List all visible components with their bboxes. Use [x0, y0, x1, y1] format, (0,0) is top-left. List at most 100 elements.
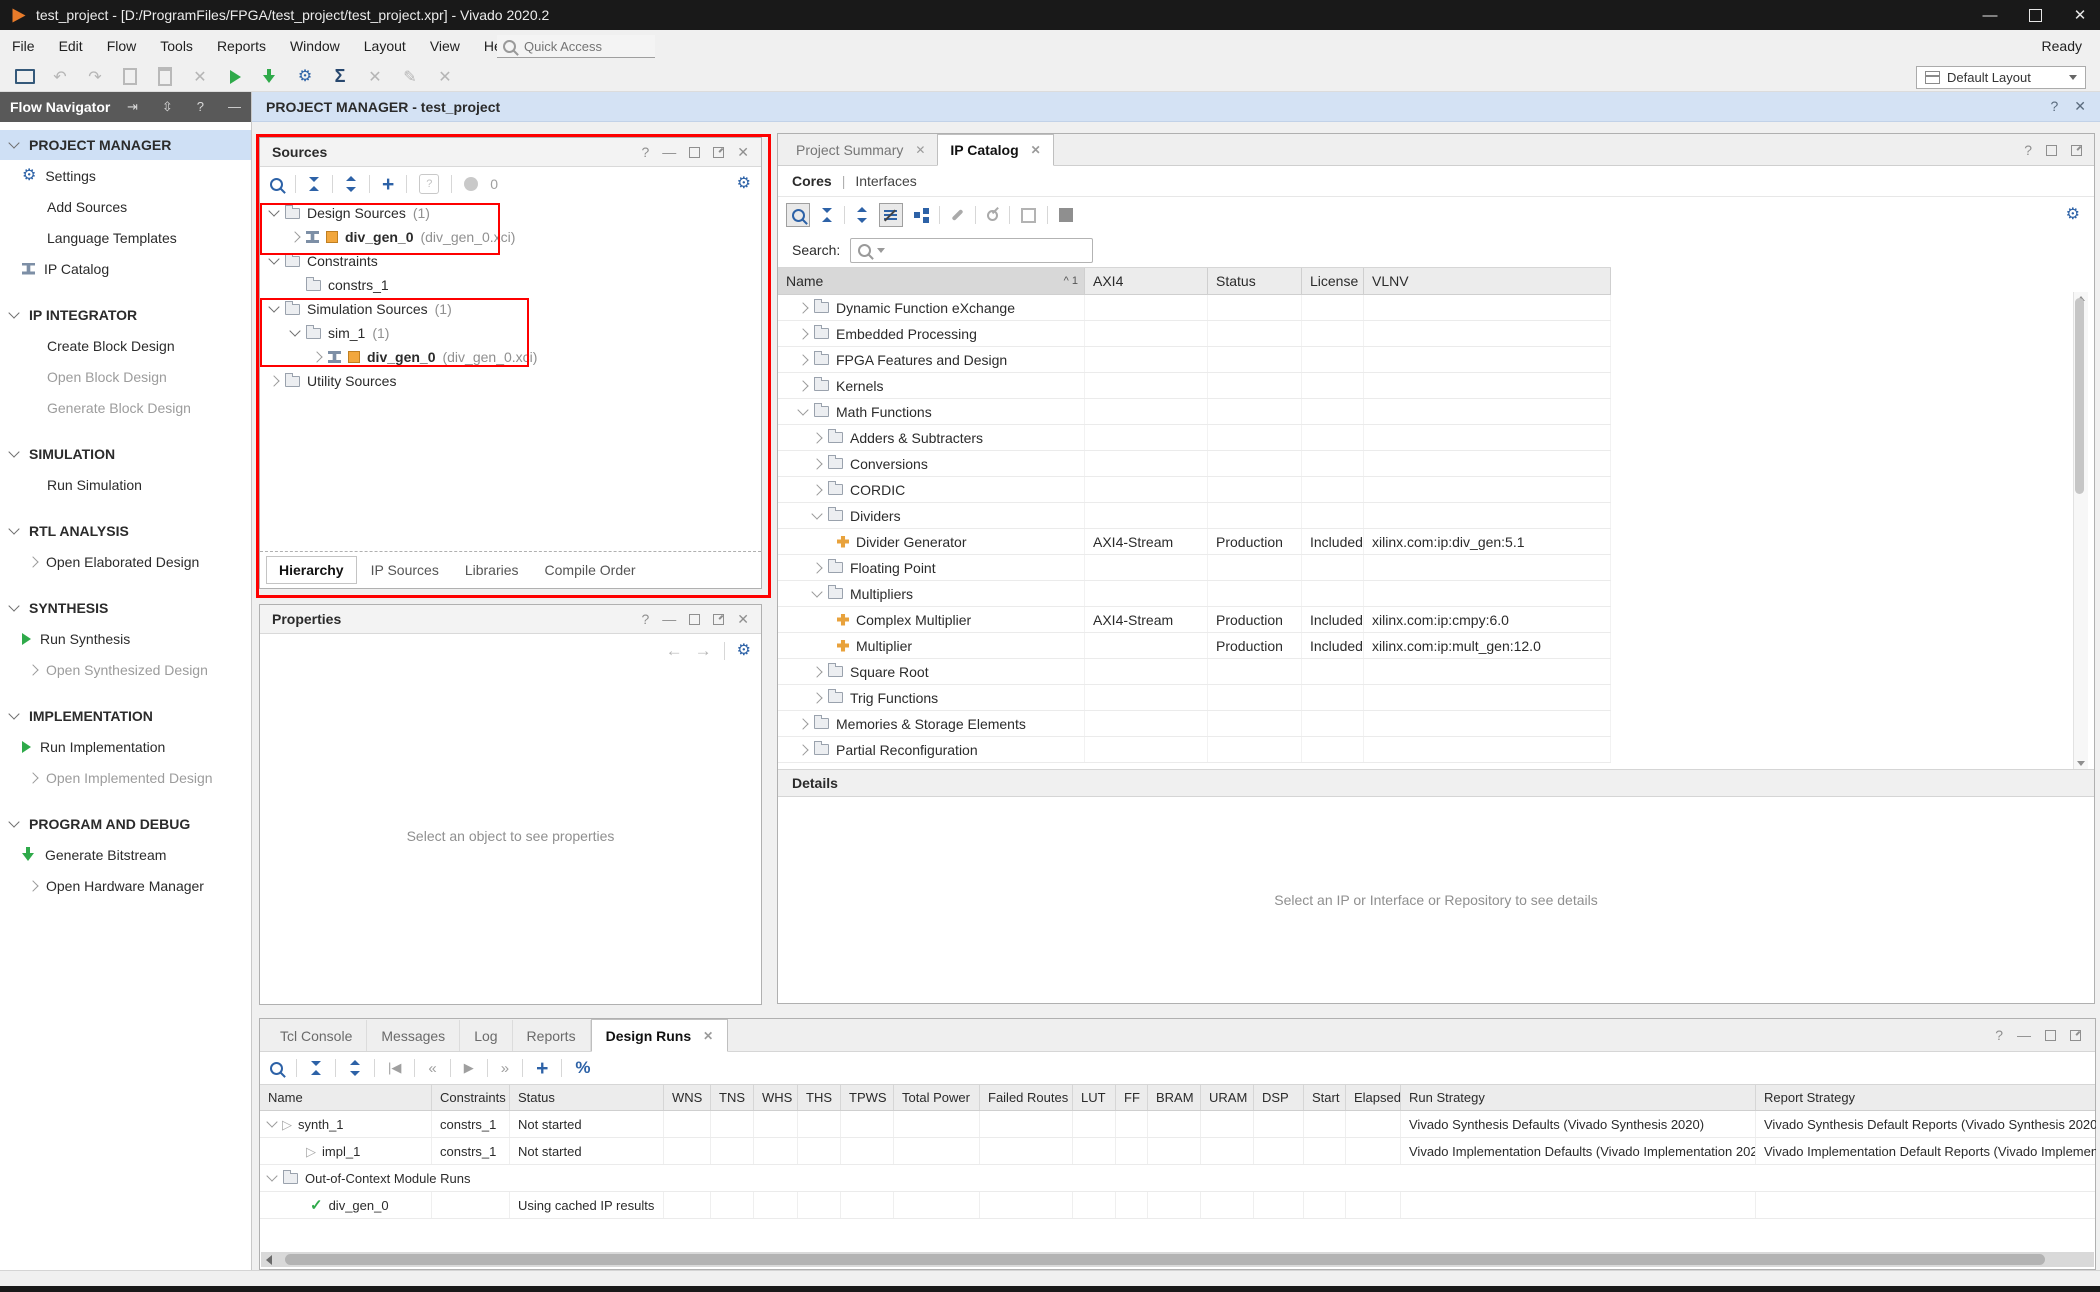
help-icon[interactable]: ? — [2024, 142, 2032, 158]
filter-icon[interactable] — [879, 203, 903, 227]
run-row-div-gen-0[interactable]: ✓div_gen_0 Using cached IP results — [260, 1192, 2095, 1219]
sidebar-item-open-implemented-design[interactable]: Open Implemented Design — [0, 762, 251, 793]
maximize-panel-icon[interactable] — [2045, 1030, 2056, 1041]
close-icon[interactable]: ✕ — [915, 143, 925, 157]
tree-row[interactable]: Square Root — [778, 659, 1611, 685]
sidebar-item-settings[interactable]: ⚙ Settings — [0, 160, 251, 191]
float-panel-icon[interactable] — [2071, 145, 2082, 156]
sidebar-item-create-block-design[interactable]: Create Block Design — [0, 330, 251, 361]
column-bram[interactable]: BRAM — [1148, 1085, 1201, 1110]
scrollbar-thumb[interactable] — [285, 1254, 2045, 1265]
section-ip-integrator[interactable]: IP INTEGRATOR — [0, 300, 251, 330]
search-icon[interactable] — [786, 203, 810, 227]
tab-libraries[interactable]: Libraries — [453, 557, 531, 583]
tree-item-div-gen-0-sim[interactable]: div_gen_0 (div_gen_0.xci) — [260, 345, 761, 369]
menu-layout[interactable]: Layout — [352, 30, 418, 62]
sidebar-item-ip-catalog[interactable]: IP Catalog — [0, 253, 251, 284]
tree-item-div-gen-0[interactable]: div_gen_0 (div_gen_0.xci) — [260, 225, 761, 249]
run-icon[interactable] — [224, 66, 246, 88]
sidebar-item-generate-block-design[interactable]: Generate Block Design — [0, 392, 251, 423]
tree-row[interactable]: Floating Point — [778, 555, 1611, 581]
tree-row[interactable]: Dividers — [778, 503, 1611, 529]
column-status[interactable]: Status — [510, 1085, 664, 1110]
cancel-icon[interactable]: ✕ — [364, 66, 386, 88]
tab-messages[interactable]: Messages — [367, 1020, 460, 1051]
run-row-synth-1[interactable]: ▷synth_1 constrs_1 Not started Vivado Sy… — [260, 1111, 2095, 1138]
column-failed-routes[interactable]: Failed Routes — [980, 1085, 1073, 1110]
section-synthesis[interactable]: SYNTHESIS — [0, 593, 251, 623]
run-group-out-of-context[interactable]: Out-of-Context Module Runs — [260, 1165, 2095, 1192]
tree-row[interactable]: CORDIC — [778, 477, 1611, 503]
paste-icon[interactable] — [154, 66, 176, 88]
minimize-panel-icon[interactable]: — — [662, 144, 676, 160]
tab-log[interactable]: Log — [460, 1020, 512, 1051]
tree-item-simulation-sources[interactable]: Simulation Sources (1) — [260, 297, 761, 321]
close-icon[interactable]: ✕ — [1031, 143, 1041, 157]
column-ths[interactable]: THS — [798, 1085, 841, 1110]
subtab-cores[interactable]: Cores — [792, 173, 832, 189]
menu-reports[interactable]: Reports — [205, 30, 278, 62]
open-project-icon[interactable] — [14, 66, 36, 88]
section-program-and-debug[interactable]: PROGRAM AND DEBUG — [0, 809, 251, 839]
settings-gear-icon[interactable]: ⚙ — [294, 66, 316, 88]
edit-icon[interactable]: ✎ — [399, 66, 421, 88]
column-run-strategy[interactable]: Run Strategy — [1401, 1085, 1756, 1110]
layout-selector[interactable]: Default Layout — [1916, 66, 2086, 89]
tree-item-design-sources[interactable]: Design Sources (1) — [260, 201, 761, 225]
hierarchy-view-icon[interactable] — [914, 212, 920, 218]
expand-all-icon[interactable] — [856, 207, 868, 223]
collapse-all-icon[interactable] — [310, 1061, 322, 1075]
tab-ip-catalog[interactable]: IP Catalog ✕ — [937, 134, 1053, 166]
run-row-impl-1[interactable]: ▷impl_1 constrs_1 Not started Vivado Imp… — [260, 1138, 2095, 1165]
properties-header[interactable]: Properties ? — ✕ — [260, 605, 761, 634]
column-status[interactable]: Status — [1208, 268, 1302, 294]
minimize-panel-icon[interactable]: — — [662, 611, 676, 627]
tree-row[interactable]: FPGA Features and Design — [778, 347, 1611, 373]
float-panel-icon[interactable] — [2070, 1030, 2081, 1041]
section-implementation[interactable]: IMPLEMENTATION — [0, 701, 251, 731]
tree-row[interactable]: Adders & Subtracters — [778, 425, 1611, 451]
scroll-down-icon[interactable] — [2077, 761, 2085, 766]
section-rtl-analysis[interactable]: RTL ANALYSIS — [0, 516, 251, 546]
quick-access-input[interactable] — [522, 38, 636, 55]
expand-all-icon[interactable] — [349, 1060, 361, 1076]
tab-tcl-console[interactable]: Tcl Console — [266, 1020, 367, 1051]
help-icon[interactable]: ? — [197, 99, 204, 115]
column-report-strategy[interactable]: Report Strategy — [1756, 1085, 2096, 1110]
column-lut[interactable]: LUT — [1073, 1085, 1116, 1110]
column-dsp[interactable]: DSP — [1254, 1085, 1304, 1110]
sidebar-item-run-synthesis[interactable]: Run Synthesis — [0, 623, 251, 654]
back-arrow-icon[interactable]: ← — [666, 641, 683, 661]
tree-row[interactable]: Trig Functions — [778, 685, 1611, 711]
sidebar-item-generate-bitstream[interactable]: Generate Bitstream — [0, 839, 251, 870]
menu-window[interactable]: Window — [278, 30, 352, 62]
tab-project-summary[interactable]: Project Summary ✕ — [784, 135, 937, 165]
sidebar-item-run-implementation[interactable]: Run Implementation — [0, 731, 251, 762]
menu-edit[interactable]: Edit — [47, 30, 95, 62]
sidebar-item-open-block-design[interactable]: Open Block Design — [0, 361, 251, 392]
catalog-search-input[interactable] — [850, 238, 1093, 263]
copy-icon[interactable] — [119, 66, 141, 88]
maximize-panel-icon[interactable] — [689, 614, 700, 625]
sources-header[interactable]: Sources ? — ✕ — [260, 138, 761, 167]
sidebar-item-open-synthesized-design[interactable]: Open Synthesized Design — [0, 654, 251, 685]
gear-icon[interactable]: ⚙ — [737, 643, 751, 659]
column-vlnv[interactable]: VLNV — [1364, 268, 1611, 294]
close-panel-icon[interactable]: ✕ — [737, 144, 749, 161]
tab-ip-sources[interactable]: IP Sources — [359, 557, 451, 583]
column-whs[interactable]: WHS — [754, 1085, 798, 1110]
column-constraints[interactable]: Constraints — [432, 1085, 510, 1110]
expand-all-icon[interactable]: ⇳ — [162, 99, 173, 115]
sidebar-item-open-hardware-manager[interactable]: Open Hardware Manager — [0, 870, 251, 901]
maximize-button[interactable] — [2015, 0, 2055, 30]
tree-row[interactable]: Partial Reconfiguration — [778, 737, 1611, 763]
column-name[interactable]: Name — [260, 1085, 432, 1110]
menu-view[interactable]: View — [418, 30, 472, 62]
search-icon[interactable] — [270, 1062, 283, 1075]
collapse-all-icon[interactable] — [308, 177, 320, 191]
float-panel-icon[interactable] — [713, 614, 724, 625]
abort-icon[interactable]: ✕ — [434, 66, 456, 88]
tree-row-divider-generator[interactable]: Divider GeneratorAXI4-StreamProductionIn… — [778, 529, 1611, 555]
column-start[interactable]: Start — [1304, 1085, 1346, 1110]
column-name[interactable]: Name ^ 1 — [778, 268, 1085, 294]
